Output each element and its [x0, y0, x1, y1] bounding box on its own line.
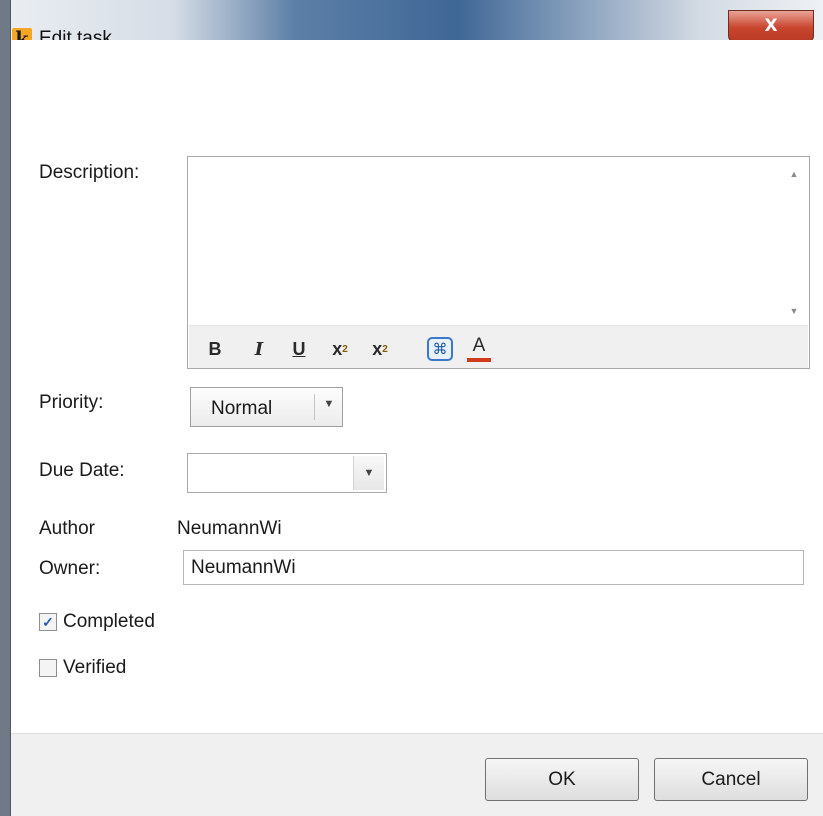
- date-dropdown-arrow-icon[interactable]: ▼: [353, 456, 384, 490]
- subscript-button[interactable]: x2: [365, 334, 395, 364]
- superscript-button[interactable]: x2: [325, 334, 355, 364]
- formatting-toolbar: B I U x2 x2 ⌘ A: [189, 325, 808, 368]
- italic-button[interactable]: I: [249, 334, 269, 364]
- description-textarea[interactable]: [188, 157, 774, 325]
- dialog-footer: OK Cancel: [11, 733, 823, 816]
- app-logo-icon: k: [12, 28, 32, 50]
- completed-checkbox[interactable]: ✓: [39, 613, 57, 631]
- bold-button[interactable]: B: [205, 334, 225, 364]
- verified-checkbox-row[interactable]: Verified: [39, 657, 126, 679]
- superscript-x: x: [332, 338, 343, 359]
- close-button[interactable]: X: [728, 10, 814, 42]
- scroll-down-arrow-icon[interactable]: ▼: [787, 304, 801, 318]
- special-character-icon[interactable]: ⌘: [427, 337, 453, 361]
- ok-button[interactable]: OK: [485, 758, 639, 801]
- due-date-label: Due Date:: [39, 460, 125, 481]
- description-editor: ▲ ▼ B I U x2 x2 ⌘ A: [187, 156, 810, 369]
- underline-button[interactable]: U: [289, 334, 309, 364]
- subscript-mark: 2: [382, 343, 388, 355]
- window-title: Edit task: [39, 28, 112, 49]
- font-color-icon[interactable]: A: [467, 334, 491, 362]
- due-date-picker[interactable]: ▼: [187, 453, 387, 493]
- author-value: NeumannWi: [177, 518, 282, 539]
- author-label: Author: [39, 518, 95, 539]
- title-bar[interactable]: k Edit task X: [11, 0, 823, 80]
- priority-label: Priority:: [39, 392, 104, 413]
- owner-input[interactable]: [183, 550, 804, 585]
- completed-label: Completed: [63, 611, 155, 632]
- priority-selected-value: Normal: [211, 398, 273, 419]
- completed-checkbox-row[interactable]: ✓ Completed: [39, 611, 155, 633]
- subscript-x: x: [372, 338, 383, 359]
- priority-dropdown[interactable]: Normal ▼: [190, 387, 343, 427]
- chevron-down-icon: ▼: [323, 398, 335, 410]
- verified-checkbox[interactable]: [39, 659, 57, 677]
- priority-separator: [314, 394, 315, 420]
- cancel-button[interactable]: Cancel: [654, 758, 808, 801]
- description-label: Description:: [39, 162, 140, 183]
- superscript-mark: 2: [342, 343, 348, 355]
- edit-task-dialog: k Edit task X Description: ▲ ▼ B I U x2 …: [10, 0, 823, 816]
- owner-label: Owner:: [39, 558, 101, 579]
- close-icon: X: [764, 16, 778, 36]
- verified-label: Verified: [63, 657, 127, 678]
- scroll-up-arrow-icon[interactable]: ▲: [787, 167, 801, 181]
